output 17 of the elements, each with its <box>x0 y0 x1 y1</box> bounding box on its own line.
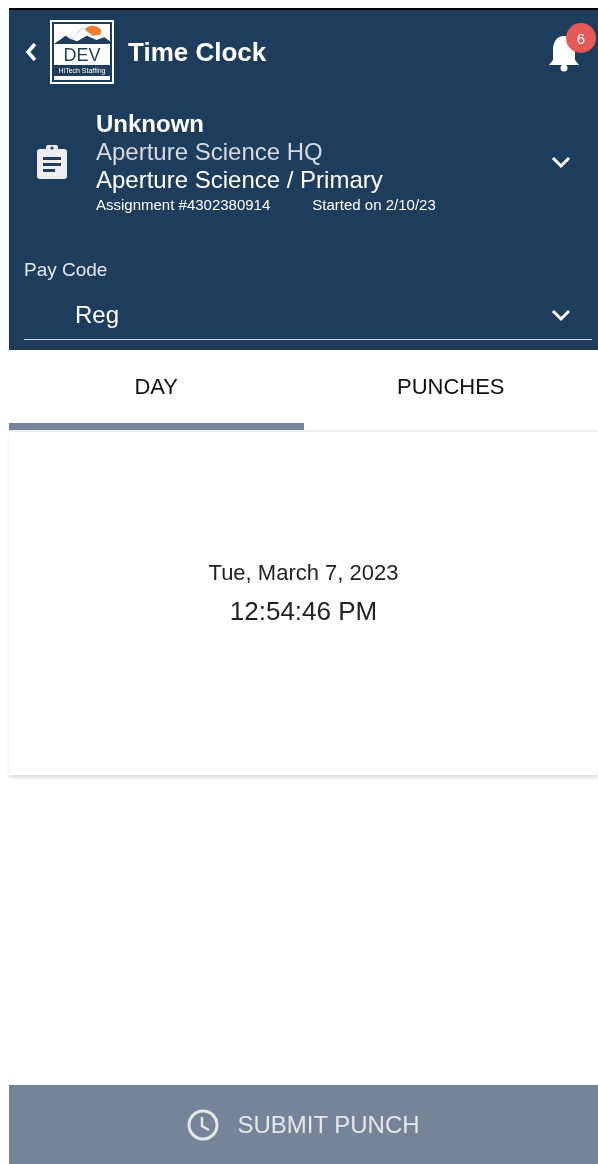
assignment-name: Unknown <box>96 110 205 138</box>
logo-text: DEV <box>63 45 101 65</box>
chevron-down-icon <box>550 308 572 322</box>
assignment-start-date: Started on 2/10/23 <box>312 196 436 213</box>
pay-code-dropdown[interactable]: Reg <box>24 295 592 340</box>
time-text: 12:54:46 PM <box>229 596 378 627</box>
pay-code-label: Pay Code <box>24 259 109 281</box>
assignment-number: Assignment #4302380914 <box>96 196 271 213</box>
chevron-down-icon[interactable] <box>550 154 572 169</box>
back-icon[interactable] <box>24 41 38 63</box>
notification-badge: 6 <box>566 23 596 53</box>
assignment-client: Aperture Science / Primary <box>96 166 384 194</box>
clock-icon <box>187 1108 220 1141</box>
assignment-location: Aperture Science HQ <box>96 138 324 166</box>
date-text: Tue, March 7, 2023 <box>208 560 399 586</box>
page-title: Time Clock <box>128 36 268 68</box>
clipboard-icon <box>36 143 68 180</box>
